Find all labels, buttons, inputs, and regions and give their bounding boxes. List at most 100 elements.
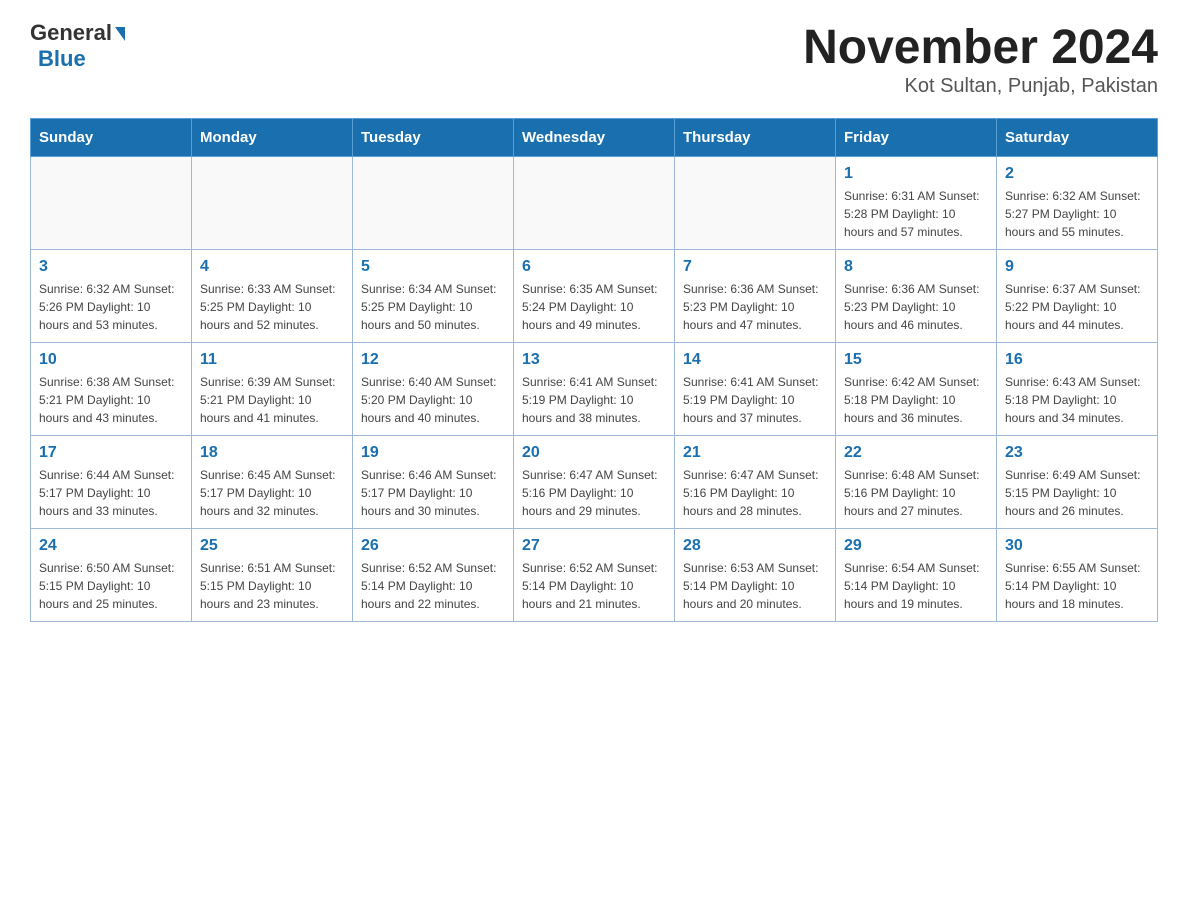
- day-number: 22: [844, 444, 988, 462]
- day-number: 15: [844, 351, 988, 369]
- day-info: Sunrise: 6:36 AM Sunset: 5:23 PM Dayligh…: [683, 280, 827, 334]
- day-info: Sunrise: 6:42 AM Sunset: 5:18 PM Dayligh…: [844, 373, 988, 427]
- page-header: General Blue November 2024 Kot Sultan, P…: [30, 20, 1158, 98]
- logo-blue-text: Blue: [38, 46, 86, 72]
- calendar-table: SundayMondayTuesdayWednesdayThursdayFrid…: [30, 118, 1158, 622]
- day-info: Sunrise: 6:32 AM Sunset: 5:26 PM Dayligh…: [39, 280, 183, 334]
- calendar-cell: 6 Sunrise: 6:35 AM Sunset: 5:24 PM Daylig…: [514, 250, 675, 343]
- calendar-body: 1Sunrise: 6:31 AM Sunset: 5:28 PM Daylig…: [31, 157, 1158, 622]
- day-info: Sunrise: 6:48 AM Sunset: 5:16 PM Dayligh…: [844, 466, 988, 520]
- calendar-cell: 19Sunrise: 6:46 AM Sunset: 5:17 PM Dayli…: [353, 436, 514, 529]
- weekday-header-wednesday: Wednesday: [514, 119, 675, 157]
- day-number: 7: [683, 258, 827, 276]
- day-number: 9: [1005, 258, 1149, 276]
- calendar-cell: 27 Sunrise: 6:52 AM Sunset: 5:14 PM Dayli…: [514, 529, 675, 622]
- day-info: Sunrise: 6:47 AM Sunset: 5:16 PM Dayligh…: [683, 466, 827, 520]
- day-number: 1: [844, 165, 988, 183]
- calendar-cell: 5Sunrise: 6:34 AM Sunset: 5:25 PM Daylig…: [353, 250, 514, 343]
- day-number: 26: [361, 537, 505, 555]
- day-number: 3: [39, 258, 183, 276]
- day-info: Sunrise: 6:43 AM Sunset: 5:18 PM Dayligh…: [1005, 373, 1149, 427]
- location-text: Kot Sultan, Punjab, Pakistan: [803, 75, 1158, 98]
- calendar-cell: 7 Sunrise: 6:36 AM Sunset: 5:23 PM Daylig…: [675, 250, 836, 343]
- day-number: 20: [522, 444, 666, 462]
- calendar-cell: 24 Sunrise: 6:50 AM Sunset: 5:15 PM Dayli…: [31, 529, 192, 622]
- day-number: 10: [39, 351, 183, 369]
- weekday-header-thursday: Thursday: [675, 119, 836, 157]
- day-number: 4: [200, 258, 344, 276]
- calendar-cell: 1Sunrise: 6:31 AM Sunset: 5:28 PM Daylig…: [836, 157, 997, 250]
- calendar-cell: 20 Sunrise: 6:47 AM Sunset: 5:16 PM Dayli…: [514, 436, 675, 529]
- day-number: 28: [683, 537, 827, 555]
- day-number: 8: [844, 258, 988, 276]
- calendar-cell: 21 Sunrise: 6:47 AM Sunset: 5:16 PM Dayli…: [675, 436, 836, 529]
- day-info: Sunrise: 6:54 AM Sunset: 5:14 PM Dayligh…: [844, 559, 988, 613]
- day-info: Sunrise: 6:55 AM Sunset: 5:14 PM Dayligh…: [1005, 559, 1149, 613]
- day-info: Sunrise: 6:34 AM Sunset: 5:25 PM Dayligh…: [361, 280, 505, 334]
- weekday-header-friday: Friday: [836, 119, 997, 157]
- day-info: Sunrise: 6:47 AM Sunset: 5:16 PM Dayligh…: [522, 466, 666, 520]
- day-number: 24: [39, 537, 183, 555]
- calendar-week-2: 10 Sunrise: 6:38 AM Sunset: 5:21 PM Dayli…: [31, 343, 1158, 436]
- calendar-cell: 16 Sunrise: 6:43 AM Sunset: 5:18 PM Dayli…: [997, 343, 1158, 436]
- calendar-cell: 10 Sunrise: 6:38 AM Sunset: 5:21 PM Dayli…: [31, 343, 192, 436]
- day-number: 6: [522, 258, 666, 276]
- calendar-cell: [353, 157, 514, 250]
- calendar-cell: 25Sunrise: 6:51 AM Sunset: 5:15 PM Dayli…: [192, 529, 353, 622]
- day-info: Sunrise: 6:52 AM Sunset: 5:14 PM Dayligh…: [522, 559, 666, 613]
- weekday-header-row: SundayMondayTuesdayWednesdayThursdayFrid…: [31, 119, 1158, 157]
- day-number: 14: [683, 351, 827, 369]
- day-number: 21: [683, 444, 827, 462]
- logo-general-text: General: [30, 20, 112, 46]
- day-number: 18: [200, 444, 344, 462]
- calendar-header: SundayMondayTuesdayWednesdayThursdayFrid…: [31, 119, 1158, 157]
- calendar-week-4: 24 Sunrise: 6:50 AM Sunset: 5:15 PM Dayli…: [31, 529, 1158, 622]
- day-info: Sunrise: 6:32 AM Sunset: 5:27 PM Dayligh…: [1005, 187, 1149, 241]
- weekday-header-saturday: Saturday: [997, 119, 1158, 157]
- day-info: Sunrise: 6:49 AM Sunset: 5:15 PM Dayligh…: [1005, 466, 1149, 520]
- calendar-cell: 15 Sunrise: 6:42 AM Sunset: 5:18 PM Dayli…: [836, 343, 997, 436]
- day-number: 16: [1005, 351, 1149, 369]
- day-info: Sunrise: 6:41 AM Sunset: 5:19 PM Dayligh…: [522, 373, 666, 427]
- day-number: 11: [200, 351, 344, 369]
- day-info: Sunrise: 6:45 AM Sunset: 5:17 PM Dayligh…: [200, 466, 344, 520]
- calendar-cell: 13 Sunrise: 6:41 AM Sunset: 5:19 PM Dayli…: [514, 343, 675, 436]
- calendar-cell: 17 Sunrise: 6:44 AM Sunset: 5:17 PM Dayli…: [31, 436, 192, 529]
- day-number: 29: [844, 537, 988, 555]
- day-info: Sunrise: 6:40 AM Sunset: 5:20 PM Dayligh…: [361, 373, 505, 427]
- calendar-week-3: 17 Sunrise: 6:44 AM Sunset: 5:17 PM Dayli…: [31, 436, 1158, 529]
- day-info: Sunrise: 6:50 AM Sunset: 5:15 PM Dayligh…: [39, 559, 183, 613]
- calendar-cell: 2Sunrise: 6:32 AM Sunset: 5:27 PM Daylig…: [997, 157, 1158, 250]
- weekday-header-tuesday: Tuesday: [353, 119, 514, 157]
- calendar-cell: 12 Sunrise: 6:40 AM Sunset: 5:20 PM Dayli…: [353, 343, 514, 436]
- day-info: Sunrise: 6:52 AM Sunset: 5:14 PM Dayligh…: [361, 559, 505, 613]
- day-info: Sunrise: 6:44 AM Sunset: 5:17 PM Dayligh…: [39, 466, 183, 520]
- day-info: Sunrise: 6:39 AM Sunset: 5:21 PM Dayligh…: [200, 373, 344, 427]
- calendar-cell: 4Sunrise: 6:33 AM Sunset: 5:25 PM Daylig…: [192, 250, 353, 343]
- logo-arrow-icon: [115, 27, 125, 41]
- calendar-cell: 28 Sunrise: 6:53 AM Sunset: 5:14 PM Dayli…: [675, 529, 836, 622]
- day-info: Sunrise: 6:51 AM Sunset: 5:15 PM Dayligh…: [200, 559, 344, 613]
- weekday-header-sunday: Sunday: [31, 119, 192, 157]
- day-info: Sunrise: 6:35 AM Sunset: 5:24 PM Dayligh…: [522, 280, 666, 334]
- calendar-cell: [192, 157, 353, 250]
- day-info: Sunrise: 6:41 AM Sunset: 5:19 PM Dayligh…: [683, 373, 827, 427]
- calendar-cell: [675, 157, 836, 250]
- day-number: 13: [522, 351, 666, 369]
- day-number: 19: [361, 444, 505, 462]
- day-number: 17: [39, 444, 183, 462]
- day-info: Sunrise: 6:38 AM Sunset: 5:21 PM Dayligh…: [39, 373, 183, 427]
- day-number: 27: [522, 537, 666, 555]
- logo: General Blue: [30, 20, 125, 72]
- day-info: Sunrise: 6:37 AM Sunset: 5:22 PM Dayligh…: [1005, 280, 1149, 334]
- day-info: Sunrise: 6:53 AM Sunset: 5:14 PM Dayligh…: [683, 559, 827, 613]
- calendar-cell: [514, 157, 675, 250]
- month-title: November 2024: [803, 20, 1158, 75]
- day-number: 12: [361, 351, 505, 369]
- day-info: Sunrise: 6:36 AM Sunset: 5:23 PM Dayligh…: [844, 280, 988, 334]
- calendar-week-1: 3 Sunrise: 6:32 AM Sunset: 5:26 PM Daylig…: [31, 250, 1158, 343]
- calendar-week-0: 1Sunrise: 6:31 AM Sunset: 5:28 PM Daylig…: [31, 157, 1158, 250]
- title-area: November 2024 Kot Sultan, Punjab, Pakist…: [803, 20, 1158, 98]
- calendar-cell: 30Sunrise: 6:55 AM Sunset: 5:14 PM Dayli…: [997, 529, 1158, 622]
- calendar-cell: 8 Sunrise: 6:36 AM Sunset: 5:23 PM Daylig…: [836, 250, 997, 343]
